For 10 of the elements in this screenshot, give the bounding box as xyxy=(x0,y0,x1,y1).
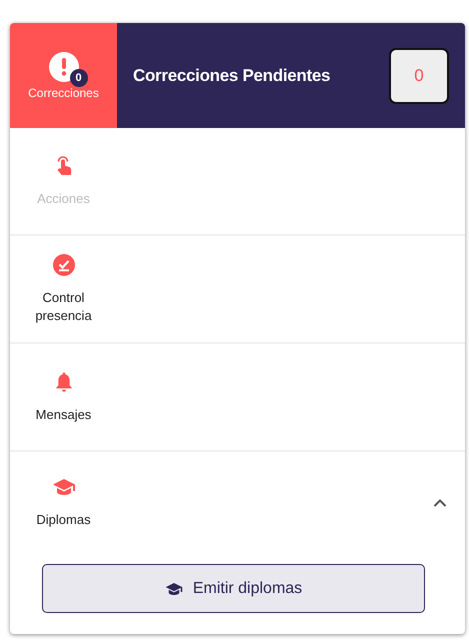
section-label[interactable]: Diplomas xyxy=(18,511,108,529)
corrections-tab[interactable]: 0 Correcciones xyxy=(10,23,117,128)
header-title: Correcciones Pendientes xyxy=(133,66,330,86)
count-badge: 0 xyxy=(70,68,88,86)
issue-diplomas-button[interactable]: Emitir diplomas xyxy=(42,564,425,613)
check-circle-icon xyxy=(52,253,76,277)
chevron-icon[interactable] xyxy=(433,498,447,506)
section-label[interactable]: Mensajes xyxy=(18,406,108,424)
section-label[interactable]: Control presencia xyxy=(18,289,108,325)
pending-count: 0 xyxy=(389,48,449,104)
